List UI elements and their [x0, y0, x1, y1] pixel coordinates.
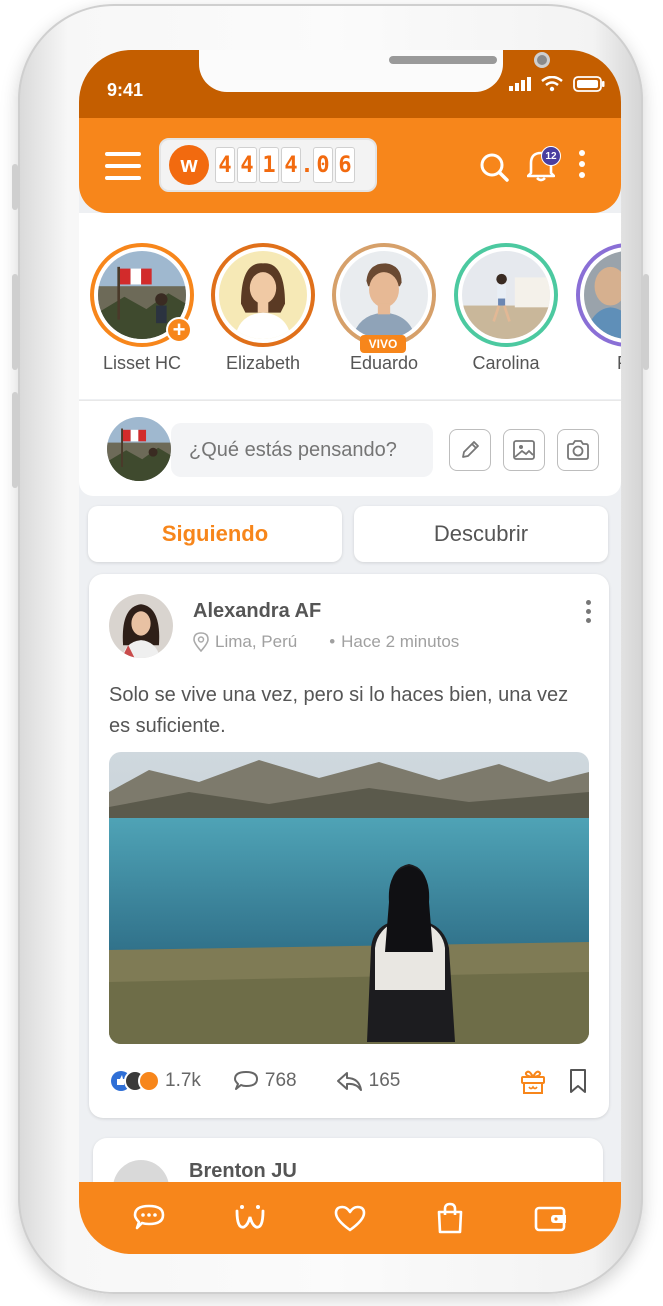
shares-count: 165: [368, 1070, 401, 1091]
add-story-icon[interactable]: +: [166, 317, 192, 343]
signal-icon: [509, 77, 531, 91]
story-name: Carolina: [472, 353, 540, 373]
home-logo-icon: [235, 1205, 264, 1229]
share-button[interactable]: 165: [335, 1069, 401, 1093]
power-button: [643, 274, 649, 370]
post-image[interactable]: [109, 752, 589, 1044]
app-logo-icon: w: [169, 145, 209, 185]
nav-shop[interactable]: [422, 1190, 478, 1246]
comment-icon: [233, 1071, 258, 1090]
nav-wallet[interactable]: [523, 1190, 579, 1246]
chat-icon: [133, 1204, 165, 1230]
status-input[interactable]: [171, 423, 433, 477]
story-ring: [576, 243, 621, 347]
user-avatar: [107, 417, 171, 481]
avatar: [584, 251, 621, 339]
speaker: [389, 56, 497, 64]
story-name: Lisset HC: [102, 353, 182, 373]
wifi-icon: [541, 76, 563, 92]
counter-digit: 6: [335, 147, 355, 183]
story-item[interactable]: + Lisset HC: [87, 243, 197, 374]
post-more-icon[interactable]: [586, 600, 591, 623]
post-text: Solo se vive una vez, pero si lo haces b…: [109, 684, 569, 737]
dot-separator: •: [329, 632, 336, 651]
volume-up-button: [12, 274, 18, 370]
story-item[interactable]: Carolina: [451, 243, 561, 374]
post-author-name[interactable]: Alexandra AF: [193, 600, 321, 623]
camera-icon: [567, 440, 589, 460]
story-item[interactable]: Ph: [573, 243, 621, 374]
story-name: Eduardo: [349, 353, 419, 373]
nav-favorites[interactable]: [322, 1190, 378, 1246]
search-icon[interactable]: [479, 152, 509, 182]
story-item[interactable]: Elizabeth: [208, 243, 318, 374]
counter-decimal: .: [300, 152, 314, 178]
story-name: Elizabeth: [225, 353, 301, 373]
app-header: w 4 4 1 4 . 0 6 12: [79, 118, 621, 213]
counter-digits: 4 4 1 4 . 0 6: [215, 147, 355, 183]
reactions-icon[interactable]: [109, 1069, 161, 1093]
reactions-count: 1.7k: [165, 1070, 201, 1091]
heart-icon: [334, 1205, 366, 1232]
avatar: [219, 251, 307, 339]
tab-siguiendo[interactable]: Siguiendo: [88, 506, 342, 562]
post-secondary-actions: [519, 1067, 589, 1095]
post-meta: Lima, Perú • Hace 2 minutos: [193, 632, 459, 652]
avatar: [462, 251, 550, 339]
shopping-bag-icon: [438, 1202, 463, 1234]
comment-button[interactable]: 768: [233, 1069, 297, 1093]
story-ring: [454, 243, 558, 347]
gift-icon[interactable]: [519, 1067, 547, 1095]
counter-digit: 1: [259, 147, 279, 183]
post-composer: [79, 400, 621, 496]
bookmark-icon[interactable]: [567, 1068, 589, 1094]
post-author-avatar[interactable]: [109, 594, 173, 658]
mute-switch: [12, 164, 18, 210]
counter-digit: 0: [313, 147, 333, 183]
write-post-button[interactable]: [449, 429, 491, 471]
wallet-icon: [534, 1206, 566, 1232]
image-icon: [513, 440, 535, 460]
more-options-icon[interactable]: [579, 150, 585, 178]
comments-count: 768: [264, 1070, 297, 1091]
battery-icon: [573, 76, 605, 92]
status-time: 9:41: [107, 80, 144, 100]
menu-icon[interactable]: [105, 152, 141, 180]
story-ring: [211, 243, 315, 347]
counter-digit: 4: [237, 147, 257, 183]
location-pin-icon: [193, 632, 209, 652]
story-ring: +: [90, 243, 194, 347]
avatar: [340, 251, 428, 339]
nav-home[interactable]: [222, 1190, 278, 1246]
notch: [199, 50, 550, 92]
notification-badge: 12: [541, 146, 561, 166]
tab-descubrir[interactable]: Descubrir: [354, 506, 608, 562]
status-bar: 9:41: [79, 50, 621, 120]
stories-row: + Lisset HC Elizabeth VIVO Eduardo Carol…: [79, 213, 621, 399]
camera-button[interactable]: [557, 429, 599, 471]
share-icon: [336, 1072, 362, 1091]
nav-chat[interactable]: [121, 1190, 177, 1246]
post-actions: 1.7k 768 165: [109, 1064, 589, 1098]
live-badge: VIVO: [360, 335, 406, 353]
screen: 9:41 w 4 4 1 4 . 0 6 12 + Lisset HC Eliz…: [79, 50, 621, 1254]
post-author-name[interactable]: Brenton JU: [189, 1160, 297, 1183]
story-ring: VIVO: [332, 243, 436, 353]
post-card: Alexandra AF Lima, Perú • Hace 2 minutos…: [89, 574, 609, 1118]
post-location: Lima, Perú: [215, 632, 298, 651]
add-photo-button[interactable]: [503, 429, 545, 471]
coin-counter[interactable]: w 4 4 1 4 . 0 6: [159, 138, 377, 192]
counter-digit: 4: [215, 147, 235, 183]
bottom-nav: [79, 1182, 621, 1254]
post-time: Hace 2 minutos: [341, 632, 460, 651]
story-name: Ph: [573, 353, 621, 374]
front-camera: [534, 52, 550, 68]
story-item[interactable]: VIVO Eduardo: [329, 243, 439, 374]
volume-down-button: [12, 392, 18, 488]
pencil-icon: [462, 441, 479, 458]
counter-digit: 4: [281, 147, 301, 183]
phone-frame: 9:41 w 4 4 1 4 . 0 6 12 + Lisset HC Eliz…: [12, 4, 649, 1294]
status-icons: [509, 76, 605, 92]
